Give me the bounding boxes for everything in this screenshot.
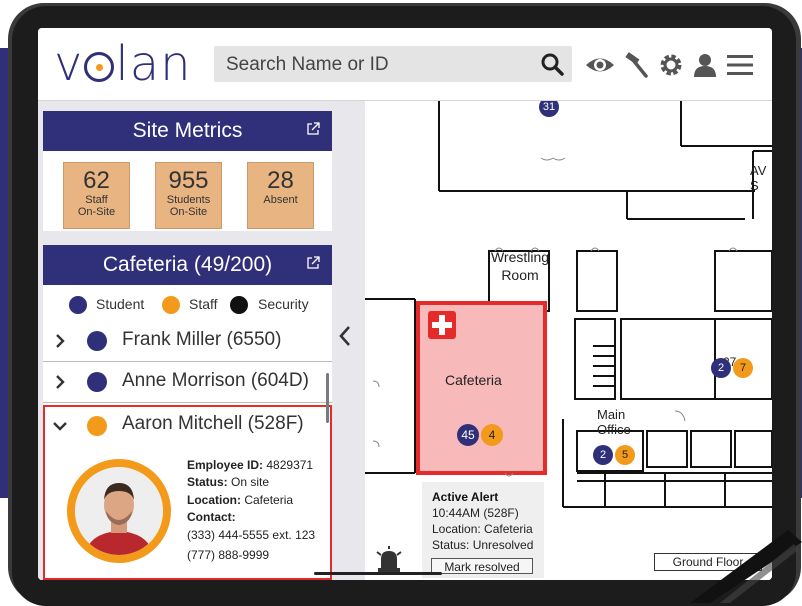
occupancy-badge-student[interactable]: 2 bbox=[593, 445, 613, 465]
metric-absent[interactable]: 28 Absent bbox=[247, 162, 314, 229]
active-alert-card: Active Alert 10:44AM (528F) Location: Ca… bbox=[422, 482, 544, 578]
metric-value: 955 bbox=[168, 167, 209, 194]
metric-label: Staff bbox=[85, 194, 108, 206]
location-header: Cafeteria (49/200) bbox=[43, 245, 332, 285]
person-name: Aaron Mitchell (528F) bbox=[122, 413, 304, 434]
contact-label: Contact: bbox=[187, 510, 236, 525]
legend-security-label: Security bbox=[258, 296, 309, 312]
av-room-label: AV S bbox=[750, 163, 767, 193]
list-item[interactable]: Frank Miller (6550) bbox=[43, 321, 332, 362]
metric-label: Students bbox=[166, 194, 211, 206]
app-header: v lan bbox=[38, 28, 772, 101]
legend-staff-dot bbox=[162, 296, 180, 314]
list-item[interactable]: Anne Morrison (604D) bbox=[43, 362, 332, 403]
search-bar[interactable] bbox=[214, 46, 572, 82]
location-title: Cafeteria (49/200) bbox=[102, 253, 273, 276]
legend-student-label: Student bbox=[96, 296, 145, 312]
metric-students-on-site[interactable]: 955 Students On-Site bbox=[155, 162, 222, 229]
external-link-icon[interactable] bbox=[306, 122, 320, 136]
mark-resolved-button[interactable]: Mark resolved bbox=[431, 558, 533, 574]
header-toolbar bbox=[584, 50, 754, 80]
alarm-bell-icon[interactable] bbox=[374, 546, 404, 574]
chevron-right-icon[interactable] bbox=[53, 375, 67, 389]
search-icon[interactable] bbox=[540, 52, 564, 76]
search-input[interactable] bbox=[224, 50, 528, 80]
external-link-icon[interactable] bbox=[306, 256, 320, 270]
site-metrics-card: Site Metrics 62 Staff On-Site 955 Studen… bbox=[43, 111, 332, 231]
list-scrollbar[interactable] bbox=[326, 373, 329, 423]
site-metrics-title: Site Metrics bbox=[132, 119, 243, 142]
stylus bbox=[690, 530, 802, 603]
person-type-dot bbox=[87, 416, 107, 436]
list-item-expanded[interactable]: Aaron Mitchell (528F) bbox=[45, 407, 328, 447]
person-info: Employee ID: 4829371 Status: On site Loc… bbox=[187, 457, 315, 564]
location-value: Cafeteria bbox=[244, 492, 294, 507]
status-value: On site bbox=[231, 475, 270, 490]
legend: Student Staff Security bbox=[43, 293, 332, 315]
profile-photo bbox=[75, 467, 163, 555]
metric-label: On-Site bbox=[77, 206, 116, 218]
employee-id-value: 4829371 bbox=[266, 458, 314, 472]
location-panel: Cafeteria (49/200) Student Staff Securit… bbox=[43, 245, 332, 580]
occupancy-badge-staff[interactable]: 5 bbox=[615, 445, 635, 465]
legend-security-dot bbox=[230, 296, 248, 314]
main-office-label: Main Office bbox=[597, 407, 631, 437]
left-panel: Site Metrics 62 Staff On-Site 955 Studen… bbox=[38, 101, 365, 580]
avatar bbox=[67, 459, 171, 563]
person-type-dot bbox=[87, 372, 107, 392]
metric-value: 62 bbox=[83, 167, 110, 194]
occupancy-badge-student[interactable]: 2 bbox=[711, 358, 731, 378]
person-detail-expanded: Aaron Mitchell (528F) Employee ID: 48293… bbox=[43, 405, 332, 580]
site-metrics-header: Site Metrics bbox=[43, 111, 332, 151]
phone-primary[interactable]: (333) 444-5555 ext. 123 bbox=[187, 527, 315, 544]
alert-location: Location: Cafeteria bbox=[432, 522, 533, 536]
legend-student-dot bbox=[69, 296, 87, 314]
person-name: Anne Morrison (604D) bbox=[122, 370, 309, 391]
alert-title: Active Alert bbox=[432, 490, 499, 504]
status-label: Status: bbox=[187, 475, 228, 490]
location-label: Location: bbox=[187, 492, 241, 507]
phone-secondary[interactable]: (777) 888-9999 bbox=[187, 547, 315, 564]
volan-logo[interactable]: v lan bbox=[54, 38, 192, 90]
metric-label: Absent bbox=[263, 194, 298, 206]
user-icon[interactable] bbox=[692, 52, 718, 78]
person-type-dot bbox=[87, 331, 107, 351]
person-name: Frank Miller (6550) bbox=[122, 329, 282, 350]
occupancy-badge-staff[interactable]: 4 bbox=[481, 424, 503, 446]
home-indicator bbox=[314, 572, 442, 575]
menu-icon[interactable] bbox=[726, 52, 754, 78]
alert-time: 10:44AM (528F) bbox=[432, 506, 519, 520]
hammer-icon[interactable] bbox=[624, 52, 650, 78]
cafeteria-label: Cafeteria bbox=[445, 372, 502, 388]
occupancy-badge-student[interactable]: 45 bbox=[457, 424, 479, 446]
app-screen: v lan Search Name or ID Site Metrics 62 … bbox=[38, 28, 772, 580]
chevron-down-icon[interactable] bbox=[53, 419, 67, 433]
eye-icon[interactable] bbox=[584, 52, 616, 78]
wrestling-room-label: Wrestling Room bbox=[490, 249, 550, 283]
occupancy-badge-staff[interactable]: 7 bbox=[733, 358, 753, 378]
legend-staff-label: Staff bbox=[189, 296, 218, 312]
employee-id-label: Employee ID: bbox=[187, 458, 264, 472]
alert-status: Status: Unresolved bbox=[432, 538, 534, 552]
metric-label: On-Site bbox=[169, 206, 208, 218]
gear-icon[interactable] bbox=[658, 52, 684, 78]
metric-staff-on-site[interactable]: 62 Staff On-Site bbox=[63, 162, 130, 229]
chevron-right-icon[interactable] bbox=[53, 334, 67, 348]
chevron-left-icon[interactable] bbox=[338, 325, 352, 347]
metric-value: 28 bbox=[267, 167, 294, 194]
